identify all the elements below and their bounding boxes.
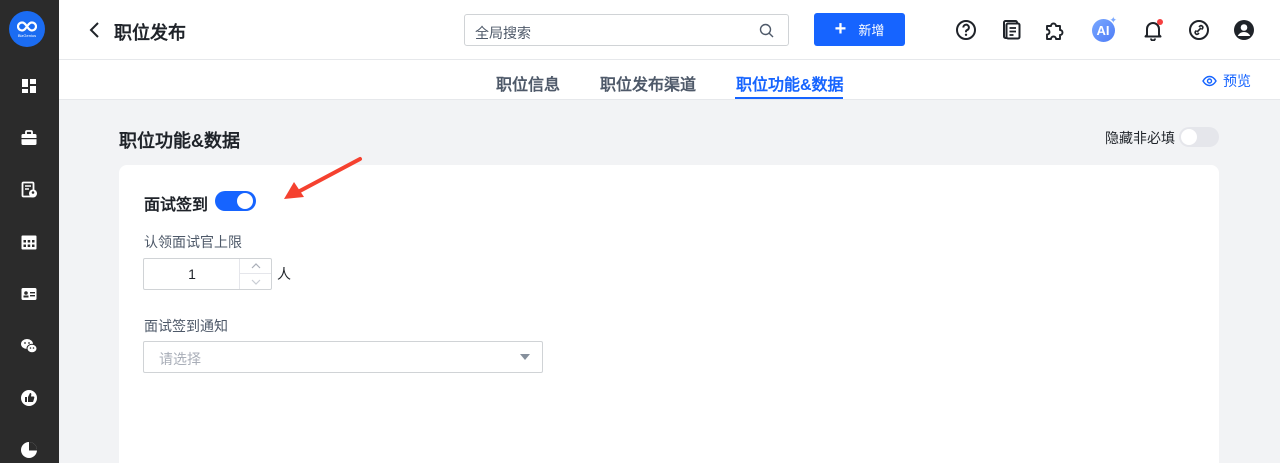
stepper-value: 1: [188, 266, 196, 282]
logo-text: BizGenius: [17, 32, 37, 38]
tab-functions-data[interactable]: 职位功能&数据: [736, 71, 844, 95]
select-placeholder: 请选择: [159, 351, 201, 367]
global-search-input[interactable]: 全局搜索: [464, 14, 789, 46]
briefcase-icon[interactable]: [19, 128, 39, 148]
back-arrow-icon[interactable]: [87, 20, 103, 40]
link-icon[interactable]: [1187, 18, 1211, 42]
caret-down-icon: [520, 354, 530, 360]
puzzle-plugin-icon[interactable]: [1043, 18, 1067, 42]
document-icon[interactable]: [999, 18, 1023, 42]
ai-assistant-icon[interactable]: AI ✦: [1091, 15, 1117, 42]
interview-signin-toggle[interactable]: [215, 191, 256, 211]
search-placeholder: 全局搜索: [475, 25, 531, 41]
left-sidebar: BizGenius: [0, 0, 59, 463]
tab-job-info[interactable]: 职位信息: [496, 71, 560, 95]
plus-icon: +: [834, 17, 847, 40]
page-title: 职位发布: [114, 23, 186, 43]
help-icon[interactable]: [954, 18, 978, 42]
id-card-icon[interactable]: [19, 284, 39, 304]
claim-limit-unit: 人: [277, 266, 291, 282]
tab-publish-channels[interactable]: 职位发布渠道: [600, 71, 696, 95]
tab-bar: 职位信息 职位发布渠道 职位功能&数据 预览: [59, 60, 1280, 100]
calendar-icon[interactable]: [19, 232, 39, 252]
decrement-button[interactable]: [240, 274, 271, 289]
section-title: 职位功能&数据: [119, 131, 240, 151]
settings-card: [119, 165, 1219, 463]
annotation-arrow-icon: [284, 157, 362, 199]
signin-notification-select[interactable]: 请选择: [143, 341, 543, 373]
sparkle-icon: ✦: [1109, 15, 1117, 25]
new-button-label: 新增: [858, 23, 885, 38]
claim-limit-label: 认领面试官上限: [144, 234, 242, 250]
thumbs-up-icon[interactable]: [19, 388, 39, 408]
eye-icon: [1202, 75, 1217, 87]
search-icon[interactable]: [759, 23, 774, 38]
hide-optional-label: 隐藏非必填: [1105, 130, 1175, 146]
interview-signin-label: 面试签到: [144, 197, 209, 214]
notification-bell-icon[interactable]: [1141, 18, 1165, 42]
infinity-logo-icon: [17, 20, 37, 32]
notification-dot: [1157, 19, 1163, 25]
active-tab-indicator: [735, 97, 843, 99]
signin-notification-label: 面试签到通知: [144, 318, 228, 334]
chevron-up-icon: [251, 263, 260, 269]
resume-person-icon[interactable]: [19, 180, 39, 200]
stepper-controls: [239, 259, 271, 289]
hide-optional-toggle[interactable]: [1179, 127, 1219, 147]
wechat-icon[interactable]: [19, 336, 39, 356]
top-header: 职位发布 全局搜索 + 新增 AI ✦: [59, 0, 1280, 60]
claim-limit-stepper[interactable]: 1: [143, 258, 272, 290]
preview-label: 预览: [1223, 73, 1251, 89]
app-logo[interactable]: BizGenius: [9, 11, 45, 47]
increment-button[interactable]: [240, 259, 271, 274]
new-button[interactable]: + 新增: [814, 13, 905, 46]
dashboard-icon[interactable]: [19, 76, 39, 96]
toggle-knob: [237, 193, 253, 209]
pie-chart-icon[interactable]: [19, 440, 39, 460]
preview-link[interactable]: 预览: [1202, 71, 1251, 91]
user-avatar-icon[interactable]: [1232, 18, 1256, 42]
chevron-down-icon: [251, 279, 260, 285]
toggle-knob: [1181, 129, 1197, 145]
